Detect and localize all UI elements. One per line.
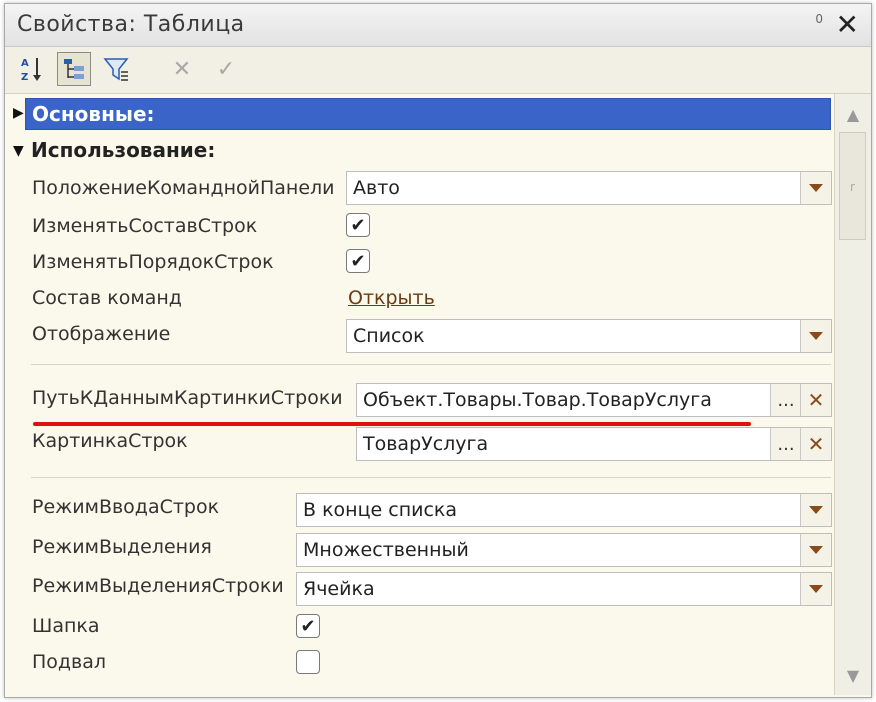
cancel-button[interactable]: ✕ [165,52,199,86]
display-select[interactable]: Список [346,319,832,353]
scroll-up-icon[interactable]: ▲ [835,100,871,130]
change-rows-set-label: ИзменятьСоставСтрок [32,215,258,237]
command-panel-position-value: Авто [353,177,400,199]
close-button[interactable]: ✕ [836,8,859,41]
separator [31,364,831,365]
header-label: Шапка [32,615,100,637]
commands-open-link[interactable]: Открыть [348,287,435,309]
property-list: ▶ Основные: ▼ Использование: ПоложениеКо… [5,94,833,695]
row-picture-label: КартинкаСтрок [32,430,188,452]
display-value: Список [353,325,425,347]
pin-icon[interactable]: 0 [815,12,823,26]
filter-glyph [103,58,129,81]
footer-checkbox[interactable] [296,650,320,674]
command-panel-position-select[interactable]: Авто [346,171,832,205]
change-rows-order-checkbox[interactable]: ✔ [346,249,370,273]
svg-text:Z: Z [21,72,28,83]
tree-view-icon[interactable] [57,52,91,86]
selection-mode-label: РежимВыделения [32,536,212,558]
properties-window: Свойства: Таблица 0 ✕ A Z ✕ ✓ ▶ Основные… [4,3,872,698]
tree-view-glyph [64,59,84,79]
az-sort-icon[interactable]: A Z [15,52,49,86]
change-rows-order-label: ИзменятьПорядокСтрок [32,251,274,273]
header-checkbox[interactable]: ✔ [296,614,320,638]
clear-button[interactable]: ✕ [800,384,831,416]
scroll-thumb[interactable]: r [839,132,866,240]
row-input-mode-label: РежимВводаСтрок [32,496,220,518]
row-picture-field[interactable]: ТоварУслуга ... ✕ [356,427,832,461]
expand-arrow-icon[interactable]: ▶ [13,105,24,121]
row-selection-mode-select[interactable]: Ячейка [296,572,832,606]
selection-mode-value: Множественный [303,539,469,561]
scroll-down-icon[interactable]: ▼ [835,661,871,691]
select-button[interactable]: ... [770,428,801,460]
chevron-down-icon[interactable] [800,320,831,352]
apply-button[interactable]: ✓ [209,52,243,86]
footer-label: Подвал [32,651,107,673]
window-title: Свойства: Таблица [17,12,245,37]
svg-text:A: A [21,58,29,69]
commands-label: Состав команд [32,287,182,309]
chevron-down-icon[interactable] [800,172,831,204]
row-picture-value: ТоварУслуга [363,433,489,455]
az-sort-glyph: A Z [21,58,41,83]
collapse-arrow-icon[interactable]: ▼ [13,143,24,159]
toolbar: A Z ✕ ✓ [5,47,871,94]
clear-button[interactable]: ✕ [800,428,831,460]
group-usage-label[interactable]: Использование: [31,138,215,162]
row-input-mode-select[interactable]: В конце списка [296,493,832,527]
row-picture-data-path-label: ПутьКДаннымКартинкиСтроки [32,387,343,409]
filter-icon[interactable] [99,52,133,86]
command-panel-position-label: ПоложениеКоманднойПанели [32,177,335,199]
row-input-mode-value: В конце списка [303,499,458,521]
title-bar: Свойства: Таблица 0 ✕ [5,4,871,47]
vertical-scrollbar[interactable]: ▲ r ▼ [834,94,871,695]
group-main-label: Основные: [32,102,155,126]
row-selection-mode-label: РежимВыделенияСтроки [32,575,284,597]
change-rows-set-checkbox[interactable]: ✔ [346,213,370,237]
group-header-main[interactable]: Основные: [25,98,831,130]
separator [31,477,831,478]
chevron-down-icon[interactable] [800,534,831,566]
chevron-down-icon[interactable] [800,573,831,605]
highlight-underline [33,422,751,426]
row-picture-data-path-field[interactable]: Объект.Товары.Товар.ТоварУслуга ... ✕ [356,383,832,417]
select-button[interactable]: ... [770,384,801,416]
display-label: Отображение [32,323,171,345]
row-selection-mode-value: Ячейка [303,578,375,600]
chevron-down-icon[interactable] [800,494,831,526]
selection-mode-select[interactable]: Множественный [296,533,832,567]
row-picture-data-path-value: Объект.Товары.Товар.ТоварУслуга [363,389,712,411]
